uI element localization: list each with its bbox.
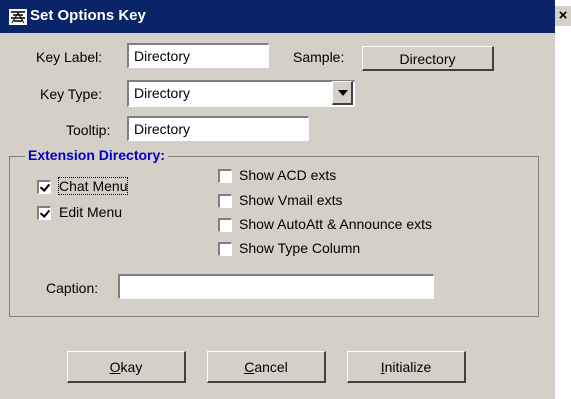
show-type-column-checkbox[interactable] xyxy=(218,242,232,256)
key-type-select[interactable]: Directory xyxy=(127,80,355,107)
show-vmail-checkbox[interactable] xyxy=(218,194,232,208)
okay-rest: kay xyxy=(120,359,143,375)
cancel-accel: C xyxy=(244,359,255,375)
title-bar[interactable]: Set Options Key xyxy=(0,0,555,33)
extension-directory-title: Extension Directory: xyxy=(25,147,168,163)
initialize-button[interactable]: Initialize xyxy=(347,351,466,383)
show-type-column-label[interactable]: Show Type Column xyxy=(239,240,360,256)
cancel-button[interactable]: Cancel xyxy=(207,351,326,383)
key-label-label: Key Label: xyxy=(36,49,103,65)
cancel-rest: ancel xyxy=(254,359,288,375)
show-acd-checkbox[interactable] xyxy=(218,169,232,183)
initialize-rest: nitialize xyxy=(384,359,432,375)
tooltip-label: Tooltip: xyxy=(66,122,111,138)
key-label-input[interactable]: Directory xyxy=(127,43,269,68)
chat-menu-checkbox[interactable] xyxy=(37,180,51,194)
caption-label: Caption: xyxy=(46,280,99,296)
caption-input[interactable] xyxy=(118,274,434,299)
chat-menu-label[interactable]: Chat Menu xyxy=(57,177,129,195)
edit-menu-checkbox[interactable] xyxy=(37,206,51,220)
window-title: Set Options Key xyxy=(30,7,146,24)
sample-button[interactable]: Directory xyxy=(362,46,494,71)
okay-accel: O xyxy=(109,359,121,375)
edit-menu-label[interactable]: Edit Menu xyxy=(59,204,122,220)
chevron-down-icon[interactable] xyxy=(332,81,353,105)
close-icon[interactable]: × xyxy=(555,6,571,26)
show-autoatt-checkbox[interactable] xyxy=(218,218,232,232)
tooltip-input[interactable]: Directory xyxy=(127,116,309,141)
show-acd-label[interactable]: Show ACD exts xyxy=(239,167,336,183)
show-vmail-label[interactable]: Show Vmail exts xyxy=(239,192,342,208)
key-type-selected-value: Directory xyxy=(134,85,191,101)
set-options-key-dialog: Set Options Key Key Label: Directory Sam… xyxy=(0,0,555,399)
key-type-label: Key Type: xyxy=(40,86,103,102)
sample-label: Sample: xyxy=(293,49,345,65)
okay-button[interactable]: Okay xyxy=(67,351,186,383)
show-autoatt-label[interactable]: Show AutoAtt & Announce exts xyxy=(239,216,432,232)
app-icon xyxy=(9,9,27,25)
